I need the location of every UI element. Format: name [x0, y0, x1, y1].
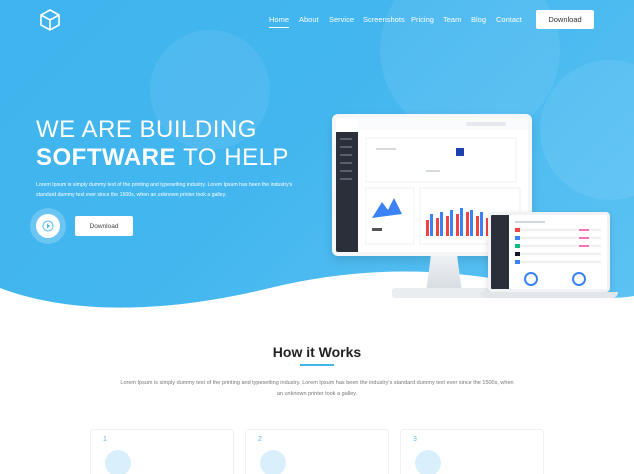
step-icon: [260, 450, 286, 474]
hero-headline-line1: WE ARE BUILDING: [36, 116, 257, 143]
hero-download-button[interactable]: Download: [75, 216, 133, 236]
play-icon: [42, 220, 54, 232]
laptop-screen: [488, 212, 610, 292]
monitor-stand: [426, 256, 462, 290]
section-description: Lorem Ipsum is simply dummy text of the …: [120, 380, 514, 397]
step-card: 3: [400, 429, 544, 474]
nav-download-button[interactable]: Download: [536, 10, 594, 29]
nav-item-team[interactable]: Team: [443, 15, 461, 24]
step-icon: [105, 450, 131, 474]
hero-headline-line2: SOFTWARE TO HELP: [36, 144, 289, 172]
nav-item-home[interactable]: Home: [269, 15, 290, 28]
nav-item-about[interactable]: About: [299, 15, 319, 24]
step-number: 1: [103, 436, 107, 443]
logo-icon[interactable]: [38, 8, 62, 32]
section-title: How it Works: [272, 344, 362, 360]
nav-item-screenshots[interactable]: Screenshots: [363, 15, 405, 24]
hero-description: Lorem Ipsum is simply dummy text of the …: [36, 182, 293, 198]
nav-item-service[interactable]: Service: [329, 15, 354, 24]
laptop-dashboard-illustration: [491, 215, 607, 289]
nav-item-pricing[interactable]: Pricing: [411, 15, 434, 24]
play-button[interactable]: [36, 214, 60, 238]
step-card: 1: [90, 429, 234, 474]
hero-headline-bold: SOFTWARE: [36, 144, 176, 171]
step-number: 2: [258, 436, 262, 443]
step-number: 3: [413, 436, 417, 443]
section-title-underline: [300, 364, 334, 366]
hero-headline-rest: TO HELP: [183, 144, 289, 171]
step-icon: [415, 450, 441, 474]
nav-item-contact[interactable]: Contact: [496, 15, 522, 24]
step-card: 2: [245, 429, 389, 474]
nav-item-blog[interactable]: Blog: [471, 15, 486, 24]
laptop-mockup: [480, 212, 618, 302]
laptop-base: [480, 292, 618, 298]
